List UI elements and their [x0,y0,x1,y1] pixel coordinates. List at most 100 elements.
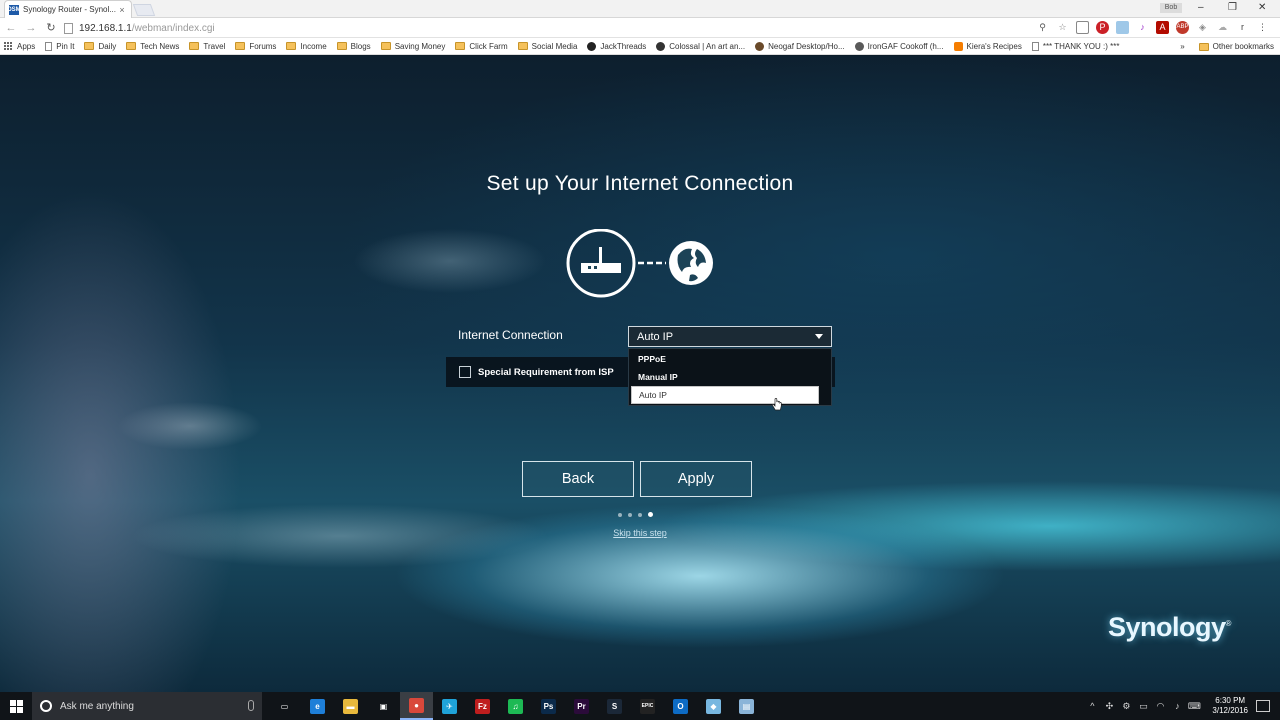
taskbar-app-task-view[interactable]: ▭ [268,692,301,720]
tab-close-icon[interactable]: × [117,5,127,15]
music-note-icon[interactable]: ♪ [1136,21,1149,34]
taskbar-app-premiere[interactable]: Pr [565,692,598,720]
taskbar-app-steam[interactable]: S [598,692,631,720]
system-tray: ^ ✣ ⚙ ▭ ◠ ♪ ⌨ 6:30 PM 3/12/2016 [1085,692,1280,720]
clock-date: 3/12/2016 [1212,706,1248,715]
cast-icon[interactable] [1076,21,1089,34]
bookmark-forums[interactable]: Forums [235,42,276,51]
bookmark-tech-news[interactable]: Tech News [126,42,179,51]
outlook-icon: O [673,698,688,714]
taskbar-app-epic[interactable]: EPIC [631,692,664,720]
other-bookmarks-label: Other bookmarks [1212,42,1274,51]
bookmark-pin-it[interactable]: Pin It [45,41,74,51]
cloud-extension-icon[interactable]: ☁ [1216,21,1229,34]
jackthreads-icon [587,41,597,51]
forward-arrow-icon[interactable]: → [24,21,38,35]
taskbar-app-filezilla[interactable]: Fz [466,692,499,720]
bookmark-blogs[interactable]: Blogs [336,42,371,51]
system-clock[interactable]: 6:30 PM 3/12/2016 [1212,696,1248,716]
taskbar-app-spotify[interactable]: ♫ [499,692,532,720]
cortana-search-box[interactable]: Ask me anything [32,692,262,720]
page-icon [1031,41,1039,51]
bookmark-star-icon[interactable]: ☆ [1056,21,1069,34]
folder-icon [455,42,466,50]
special-requirement-checkbox[interactable] [459,366,471,378]
bookmark-neogaf-desktop-ho[interactable]: Neogaf Desktop/Ho... [755,41,845,51]
bookmark-social-media[interactable]: Social Media [517,42,577,51]
neogaf-icon [755,41,765,51]
folder-icon [84,42,95,50]
bookmark-colossal-an-art-an[interactable]: Colossal | An art an... [656,41,746,51]
adblock-icon[interactable]: ABP [1176,21,1189,34]
folder-icon [1198,42,1209,51]
microphone-icon[interactable] [248,700,254,711]
minimize-icon[interactable]: – [1198,2,1204,13]
dropdown-option-manual-ip[interactable]: Manual IP [631,369,819,387]
other-bookmarks-folder[interactable]: Other bookmarks [1198,42,1274,51]
new-tab-button[interactable] [132,4,156,16]
bookmark-label: Colossal | An art an... [669,41,746,51]
taskbar-app-edge[interactable]: e [301,692,334,720]
camera-extension-icon[interactable] [1116,21,1129,34]
back-button[interactable]: Back [522,461,634,497]
skip-step-link[interactable]: Skip this step [0,528,1280,538]
profile-badge[interactable]: Bob [1160,3,1182,13]
close-window-icon[interactable]: ✕ [1258,2,1266,13]
chrome-menu-icon[interactable]: ⋮ [1256,21,1269,34]
taskbar-app-chrome[interactable]: ● [400,692,433,720]
extension-cube-icon[interactable]: ◈ [1196,21,1209,34]
start-button[interactable] [0,692,32,720]
battery-icon[interactable]: ▭ [1136,701,1150,712]
apply-button[interactable]: Apply [640,461,752,497]
taskbar-app-file-explorer[interactable]: ▬ [334,692,367,720]
internet-connection-select[interactable]: Auto IP [628,326,832,347]
taskbar-app-window-app[interactable]: ▤ [730,692,763,720]
location-icon[interactable]: ⚲ [1036,21,1049,34]
bookmarks-overflow-button[interactable]: » [1180,42,1184,51]
dropdown-option-pppoe[interactable]: PPPoE [631,351,819,369]
show-hidden-icons-icon[interactable]: ^ [1085,701,1099,711]
bookmark-click-farm[interactable]: Click Farm [455,42,508,51]
volume-icon[interactable]: ♪ [1170,701,1184,711]
taskbar-app-notes[interactable]: ◆ [697,692,730,720]
photoshop-icon: Ps [541,698,556,714]
browser-tab-bar: DSM Synology Router - Synol... × Bob – ❐… [0,0,1280,18]
restore-icon[interactable]: ❐ [1228,2,1237,13]
folder-icon [286,42,297,50]
pdf-icon[interactable]: A [1156,21,1169,34]
browser-tab-synology[interactable]: DSM Synology Router - Synol... × [4,0,132,18]
taskbar-app-photoshop[interactable]: Ps [532,692,565,720]
page-info-icon[interactable] [64,22,73,34]
clock-time: 6:30 PM [1215,696,1246,705]
url-input[interactable]: 192.168.1.1 /webman/index.cgi [64,20,1034,36]
step-dot [638,512,642,517]
action-center-icon[interactable] [1256,700,1270,712]
bookmark-daily[interactable]: Daily [84,42,116,51]
taskbar-app-outlook[interactable]: O [664,692,697,720]
reload-icon[interactable]: ↻ [44,21,58,35]
bookmark-travel[interactable]: Travel [189,42,225,51]
colossal-icon [656,41,666,51]
wifi-icon[interactable]: ◠ [1153,701,1167,712]
taskbar-app-pin-app[interactable]: ✈ [433,692,466,720]
windows-logo-icon [9,699,23,713]
bookmark-kiera-s-recipes[interactable]: Kiera's Recipes [953,41,1022,51]
bookmark-irongaf-cookoff-h[interactable]: IronGAF Cookoff (h... [854,41,944,51]
readability-icon[interactable]: r [1236,21,1249,34]
keyboard-icon[interactable]: ⌨ [1187,701,1201,712]
bookmark-saving-money[interactable]: Saving Money [380,42,445,51]
bookmark-income[interactable]: Income [286,42,327,51]
bookmark-thank-you[interactable]: *** THANK YOU :) *** [1031,41,1119,51]
pinterest-icon[interactable]: P [1096,21,1109,34]
bookmark-apps[interactable]: Apps [4,41,35,51]
bookmark-jackthreads[interactable]: JackThreads [587,41,646,51]
settings-tray-icon[interactable]: ⚙ [1119,701,1133,712]
back-arrow-icon[interactable]: ← [4,21,18,35]
taskbar-app-store[interactable]: ▣ [367,692,400,720]
network-app-icon[interactable]: ✣ [1102,701,1116,712]
dropdown-option-auto-ip[interactable]: Auto IP [631,386,819,404]
connection-diagram [566,229,713,298]
skip-step-label[interactable]: Skip this step [613,528,667,538]
folder-icon [126,42,137,50]
chevron-down-icon [815,334,823,339]
